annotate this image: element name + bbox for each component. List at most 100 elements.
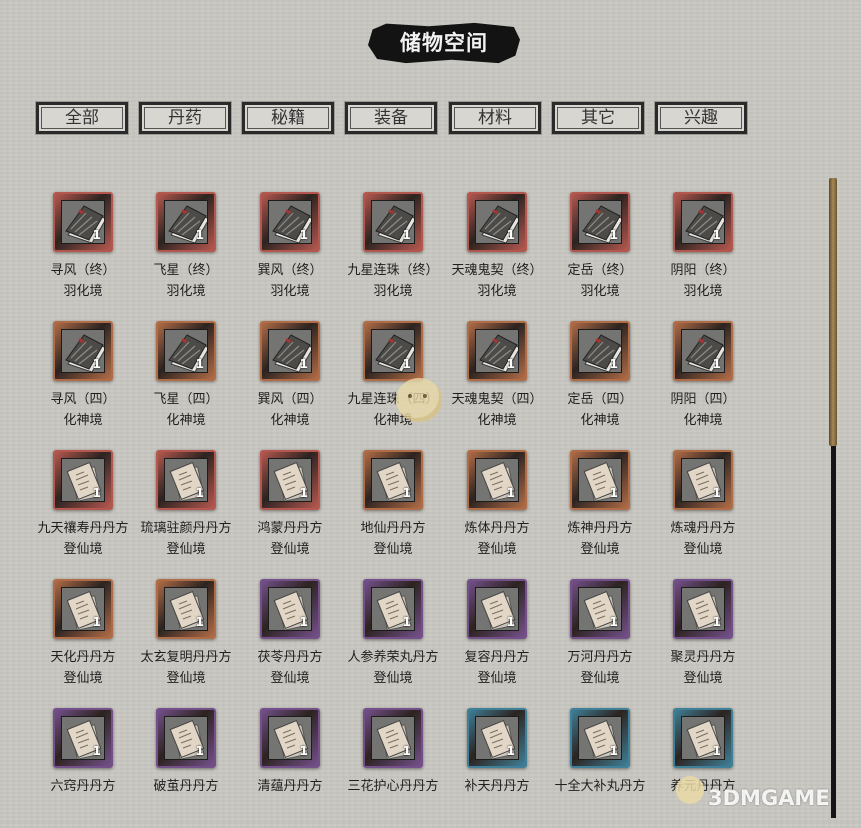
inventory-item[interactable]: 1 人参养荣丸丹方 登仙境 bbox=[333, 579, 453, 699]
inventory-item[interactable]: 1 巽风（四） 化神境 bbox=[230, 321, 350, 441]
item-name: 阴阳（终） bbox=[670, 263, 736, 278]
inventory-item[interactable]: 1 炼神丹丹方 登仙境 bbox=[540, 450, 660, 570]
item-slot[interactable]: 1 bbox=[53, 321, 113, 381]
item-slot[interactable]: 1 bbox=[570, 579, 630, 639]
tab-0[interactable]: 全部 bbox=[36, 102, 128, 134]
inventory-item[interactable]: 1 琉璃驻颜丹丹方 登仙境 bbox=[126, 450, 246, 570]
item-realm: 登仙境 bbox=[270, 542, 310, 557]
inventory-item[interactable]: 1 天魂鬼契（四） 化神境 bbox=[437, 321, 557, 441]
item-name: 天化丹丹方 bbox=[50, 650, 116, 665]
item-slot[interactable]: 1 bbox=[570, 450, 630, 510]
item-count: 1 bbox=[609, 744, 618, 758]
item-name: 太玄复明丹丹方 bbox=[140, 650, 232, 665]
item-icon-frame: 1 bbox=[268, 716, 312, 760]
item-icon-frame: 1 bbox=[578, 329, 622, 373]
item-slot[interactable]: 1 bbox=[260, 708, 320, 768]
inventory-item[interactable]: 1 清蕴丹丹方 bbox=[230, 708, 350, 828]
inventory-item[interactable]: 1 万河丹丹方 登仙境 bbox=[540, 579, 660, 699]
tab-3[interactable]: 装备 bbox=[345, 102, 437, 134]
tab-1[interactable]: 丹药 bbox=[139, 102, 231, 134]
item-slot[interactable]: 1 bbox=[156, 450, 216, 510]
item-icon-frame: 1 bbox=[578, 587, 622, 631]
item-slot[interactable]: 1 bbox=[53, 450, 113, 510]
item-slot[interactable]: 1 bbox=[467, 450, 527, 510]
inventory-item[interactable]: 1 鸿蒙丹丹方 登仙境 bbox=[230, 450, 350, 570]
item-slot[interactable]: 1 bbox=[467, 579, 527, 639]
inventory-item[interactable]: 1 聚灵丹丹方 登仙境 bbox=[643, 579, 763, 699]
inventory-item[interactable]: 1 九星连珠（终） 羽化境 bbox=[333, 192, 453, 312]
inventory-item[interactable]: 1 炼体丹丹方 登仙境 bbox=[437, 450, 557, 570]
tab-2[interactable]: 秘籍 bbox=[242, 102, 334, 134]
inventory-item[interactable]: 1 天化丹丹方 登仙境 bbox=[23, 579, 143, 699]
scrollbar-thumb[interactable] bbox=[829, 178, 837, 446]
item-slot[interactable]: 1 bbox=[363, 192, 423, 252]
tab-6[interactable]: 兴趣 bbox=[655, 102, 747, 134]
item-slot[interactable]: 1 bbox=[673, 321, 733, 381]
inventory-item[interactable]: 1 飞星（终） 羽化境 bbox=[126, 192, 246, 312]
item-icon-frame: 1 bbox=[371, 716, 415, 760]
item-icon-frame: 1 bbox=[475, 200, 519, 244]
item-realm: 登仙境 bbox=[166, 671, 206, 686]
inventory-item[interactable]: 1 太玄复明丹丹方 登仙境 bbox=[126, 579, 246, 699]
inventory-item[interactable]: 1 定岳（终） 羽化境 bbox=[540, 192, 660, 312]
inventory-item[interactable]: 1 十全大补丸丹方 bbox=[540, 708, 660, 828]
item-realm: 登仙境 bbox=[683, 542, 723, 557]
item-slot[interactable]: 1 bbox=[673, 708, 733, 768]
inventory-item[interactable]: 1 三花护心丹丹方 bbox=[333, 708, 453, 828]
item-name: 补天丹丹方 bbox=[464, 779, 530, 794]
inventory-item[interactable]: 1 地仙丹丹方 登仙境 bbox=[333, 450, 453, 570]
item-slot[interactable]: 1 bbox=[467, 708, 527, 768]
item-slot[interactable]: 1 bbox=[570, 321, 630, 381]
inventory-item[interactable]: 1 复容丹丹方 登仙境 bbox=[437, 579, 557, 699]
inventory-item[interactable]: 1 茯苓丹丹方 登仙境 bbox=[230, 579, 350, 699]
item-slot[interactable]: 1 bbox=[673, 579, 733, 639]
item-slot[interactable]: 1 bbox=[156, 708, 216, 768]
item-slot[interactable]: 1 bbox=[363, 708, 423, 768]
item-slot[interactable]: 1 bbox=[363, 321, 423, 381]
item-slot[interactable]: 1 bbox=[260, 450, 320, 510]
tab-5[interactable]: 其它 bbox=[552, 102, 644, 134]
inventory-item[interactable]: 1 巽风（终） 羽化境 bbox=[230, 192, 350, 312]
item-slot[interactable]: 1 bbox=[570, 192, 630, 252]
inventory-item[interactable]: 1 阴阳（终） 羽化境 bbox=[643, 192, 763, 312]
inventory-item[interactable]: 1 阴阳（四） 化神境 bbox=[643, 321, 763, 441]
inventory-item[interactable]: 1 补天丹丹方 bbox=[437, 708, 557, 828]
item-slot[interactable]: 1 bbox=[260, 321, 320, 381]
inventory-item[interactable]: 1 炼魂丹丹方 登仙境 bbox=[643, 450, 763, 570]
item-realm: 登仙境 bbox=[683, 671, 723, 686]
item-icon-frame: 1 bbox=[371, 587, 415, 631]
inventory-item[interactable]: 1 寻风（四） 化神境 bbox=[23, 321, 143, 441]
item-slot[interactable]: 1 bbox=[363, 450, 423, 510]
inventory-item[interactable]: 1 定岳（四） 化神境 bbox=[540, 321, 660, 441]
inventory-item[interactable]: 1 破茧丹丹方 bbox=[126, 708, 246, 828]
inventory-item[interactable]: 1 六窍丹丹方 bbox=[23, 708, 143, 828]
item-icon-frame: 1 bbox=[61, 716, 105, 760]
item-count: 1 bbox=[195, 486, 204, 500]
inventory-item[interactable]: 1 寻风（终） 羽化境 bbox=[23, 192, 143, 312]
inventory-item[interactable]: 1 九天禳寿丹丹方 登仙境 bbox=[23, 450, 143, 570]
item-slot[interactable]: 1 bbox=[467, 321, 527, 381]
item-slot[interactable]: 1 bbox=[570, 708, 630, 768]
tab-4[interactable]: 材料 bbox=[449, 102, 541, 134]
inventory-item[interactable]: 1 天魂鬼契（终） 羽化境 bbox=[437, 192, 557, 312]
item-icon-frame: 1 bbox=[371, 458, 415, 502]
item-count: 1 bbox=[299, 615, 308, 629]
inventory-item[interactable]: 1养元丹丹方 bbox=[643, 708, 763, 828]
item-count: 1 bbox=[402, 615, 411, 629]
item-slot[interactable]: 1 bbox=[673, 192, 733, 252]
item-slot[interactable]: 1 bbox=[53, 708, 113, 768]
item-slot[interactable]: 1 bbox=[156, 321, 216, 381]
item-slot[interactable]: 1 bbox=[53, 579, 113, 639]
inventory-item[interactable]: 1 九星连珠（四） 化神境 bbox=[333, 321, 453, 441]
item-realm: 登仙境 bbox=[477, 671, 517, 686]
item-slot[interactable]: 1 bbox=[53, 192, 113, 252]
item-slot[interactable]: 1 bbox=[260, 579, 320, 639]
item-slot[interactable]: 1 bbox=[467, 192, 527, 252]
item-slot[interactable]: 1 bbox=[260, 192, 320, 252]
item-slot[interactable]: 1 bbox=[363, 579, 423, 639]
item-slot[interactable]: 1 bbox=[673, 450, 733, 510]
item-slot[interactable]: 1 bbox=[156, 579, 216, 639]
item-slot[interactable]: 1 bbox=[156, 192, 216, 252]
item-name: 阴阳（四） bbox=[670, 392, 736, 407]
inventory-item[interactable]: 1 飞星（四） 化神境 bbox=[126, 321, 246, 441]
